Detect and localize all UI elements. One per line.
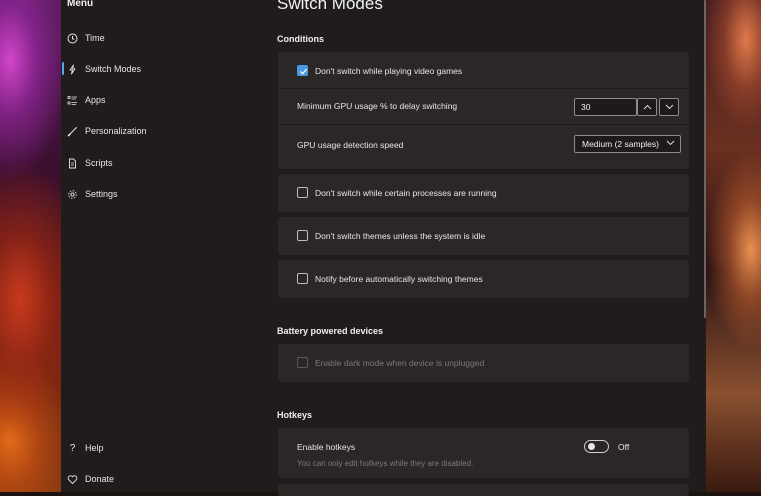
chevron-down-icon <box>666 140 675 146</box>
scrollbar[interactable] <box>704 0 706 318</box>
sidebar-item-settings[interactable]: Settings <box>61 183 261 205</box>
unplugged-label: Enable dark mode when device is unplugge… <box>315 358 485 368</box>
hotkeys-note: You can only edit hotkeys while they are… <box>297 459 474 468</box>
hotkeys-card: Enable hotkeys You can only edit hotkeys… <box>278 428 689 478</box>
enable-hotkeys-label: Enable hotkeys <box>297 442 356 452</box>
sidebar-item-switch-modes[interactable]: Switch Modes <box>61 58 261 80</box>
unplugged-checkbox <box>297 357 308 368</box>
next-card <box>278 484 689 496</box>
sidebar-item-donate[interactable]: Donate <box>61 468 261 490</box>
games-label: Don't switch while playing video games <box>315 66 463 76</box>
sidebar-item-label: Time <box>85 33 105 43</box>
sidebar-item-help[interactable]: ? Help <box>61 437 261 459</box>
sidebar-item-label: Apps <box>85 95 106 105</box>
conditions-card-main: Don't switch while playing video games M… <box>278 52 689 169</box>
divider <box>278 88 689 89</box>
games-checkbox[interactable] <box>297 65 308 76</box>
gpu-speed-value: Medium (2 samples) <box>582 139 659 149</box>
sidebar-item-apps[interactable]: Apps <box>61 89 261 111</box>
section-title-conditions: Conditions <box>277 34 324 44</box>
increment-button[interactable] <box>637 98 657 116</box>
sidebar-item-label: Scripts <box>85 158 113 168</box>
idle-label: Don't switch themes unless the system is… <box>315 231 486 241</box>
sidebar-item-label: Help <box>85 443 104 453</box>
chevron-up-icon <box>643 104 651 110</box>
heart-icon <box>67 474 78 485</box>
hotkeys-toggle-state: Off <box>618 442 630 452</box>
gpu-speed-label: GPU usage detection speed <box>297 140 404 150</box>
wallpaper-left <box>0 0 62 492</box>
unplugged-card: Enable dark mode when device is unplugge… <box>278 344 689 382</box>
chevron-down-icon <box>665 104 673 110</box>
games-row[interactable]: Don't switch while playing video games <box>278 52 689 88</box>
divider <box>278 124 689 125</box>
section-title-hotkeys: Hotkeys <box>277 410 313 420</box>
app-window: Menu Time Switch Modes Apps Personalizat… <box>61 0 706 496</box>
sidebar-item-scripts[interactable]: Scripts <box>61 152 261 174</box>
sidebar-item-label: Switch Modes <box>85 64 142 74</box>
processes-card[interactable]: Don't switch while certain processes are… <box>278 174 689 212</box>
processes-label: Don't switch while certain processes are… <box>315 188 497 198</box>
hotkeys-toggle[interactable] <box>584 440 609 453</box>
notify-label: Notify before automatically switching th… <box>315 274 483 284</box>
sidebar-item-time[interactable]: Time <box>61 27 261 49</box>
sidebar-item-label: Personalization <box>85 126 147 136</box>
menu-title: Menu <box>67 0 94 9</box>
main-content: Switch Modes Conditions Don't switch whi… <box>277 0 697 496</box>
idle-card[interactable]: Don't switch themes unless the system is… <box>278 217 689 255</box>
sidebar-item-label: Settings <box>85 189 118 199</box>
question-icon: ? <box>69 442 76 454</box>
notify-checkbox[interactable] <box>297 273 308 284</box>
active-indicator <box>62 62 64 75</box>
toggle-knob <box>588 443 595 450</box>
idle-checkbox[interactable] <box>297 230 308 241</box>
gpu-usage-input[interactable]: 30 <box>574 98 637 116</box>
gpu-speed-select[interactable]: Medium (2 samples) <box>574 135 681 153</box>
processes-checkbox[interactable] <box>297 187 308 198</box>
brush-icon <box>67 126 78 137</box>
sidebar-item-personalization[interactable]: Personalization <box>61 120 261 142</box>
clock-icon <box>67 33 78 44</box>
page-title: Switch Modes <box>277 0 383 13</box>
decrement-button[interactable] <box>659 98 679 116</box>
notify-card[interactable]: Notify before automatically switching th… <box>278 260 689 298</box>
section-title-battery: Battery powered devices <box>277 326 384 336</box>
list-icon <box>67 95 78 106</box>
sidebar: Menu Time Switch Modes Apps Personalizat… <box>61 0 266 492</box>
gpu-usage-label: Minimum GPU usage % to delay switching <box>297 101 458 111</box>
lightning-icon <box>67 64 78 75</box>
document-icon <box>67 158 78 169</box>
sidebar-item-label: Donate <box>85 474 115 484</box>
wallpaper-right <box>706 0 761 492</box>
gear-icon <box>67 189 78 200</box>
